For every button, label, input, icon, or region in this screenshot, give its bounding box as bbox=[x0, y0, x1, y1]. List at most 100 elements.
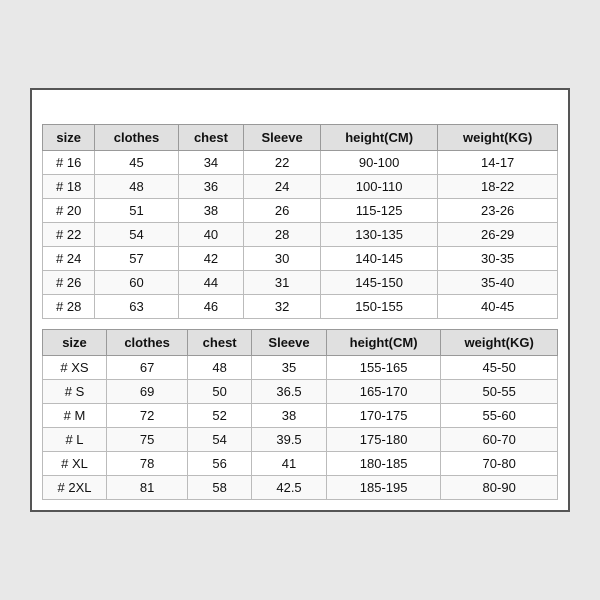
table-cell: 45-50 bbox=[441, 356, 558, 380]
table-cell: 57 bbox=[95, 247, 178, 271]
table-cell: 40-45 bbox=[438, 295, 558, 319]
table-cell: 100-110 bbox=[320, 175, 437, 199]
table-cell: 145-150 bbox=[320, 271, 437, 295]
table-cell: 24 bbox=[244, 175, 321, 199]
column-header: size bbox=[43, 125, 95, 151]
table-cell: 30-35 bbox=[438, 247, 558, 271]
table-cell: 51 bbox=[95, 199, 178, 223]
column-header: chest bbox=[188, 330, 252, 356]
column-header: clothes bbox=[95, 125, 178, 151]
table-row: # 18483624100-11018-22 bbox=[43, 175, 558, 199]
table-row: # 22544028130-13526-29 bbox=[43, 223, 558, 247]
table-cell: 44 bbox=[178, 271, 244, 295]
table-cell: # XL bbox=[43, 452, 107, 476]
table-cell: 41 bbox=[252, 452, 327, 476]
column-header: Sleeve bbox=[252, 330, 327, 356]
table-cell: 72 bbox=[107, 404, 188, 428]
table-cell: 150-155 bbox=[320, 295, 437, 319]
table-row: # XS674835155-16545-50 bbox=[43, 356, 558, 380]
table-cell: 46 bbox=[178, 295, 244, 319]
table-cell: 54 bbox=[188, 428, 252, 452]
table-cell: 175-180 bbox=[326, 428, 440, 452]
table-cell: 69 bbox=[107, 380, 188, 404]
table-cell: 81 bbox=[107, 476, 188, 500]
table-cell: 60 bbox=[95, 271, 178, 295]
table-cell: 40 bbox=[178, 223, 244, 247]
table-cell: 155-165 bbox=[326, 356, 440, 380]
table-cell: 50 bbox=[188, 380, 252, 404]
table-cell: # 22 bbox=[43, 223, 95, 247]
table-cell: 115-125 bbox=[320, 199, 437, 223]
table-cell: 34 bbox=[178, 151, 244, 175]
table-cell: 35 bbox=[252, 356, 327, 380]
table-cell: 90-100 bbox=[320, 151, 437, 175]
table-cell: 54 bbox=[95, 223, 178, 247]
column-header: height(CM) bbox=[326, 330, 440, 356]
table-cell: 45 bbox=[95, 151, 178, 175]
size-table-1: sizeclotheschestSleeveheight(CM)weight(K… bbox=[42, 124, 558, 319]
table-cell: 48 bbox=[95, 175, 178, 199]
table-cell: # M bbox=[43, 404, 107, 428]
table-cell: 28 bbox=[244, 223, 321, 247]
table-cell: # 20 bbox=[43, 199, 95, 223]
column-header: Sleeve bbox=[244, 125, 321, 151]
column-header: height(CM) bbox=[320, 125, 437, 151]
table-cell: 38 bbox=[252, 404, 327, 428]
table-cell: 170-175 bbox=[326, 404, 440, 428]
table-cell: 55-60 bbox=[441, 404, 558, 428]
size-table-2: sizeclotheschestSleeveheight(CM)weight(K… bbox=[42, 329, 558, 500]
table-cell: 38 bbox=[178, 199, 244, 223]
table-cell: # 28 bbox=[43, 295, 95, 319]
column-header: weight(KG) bbox=[438, 125, 558, 151]
table-cell: 48 bbox=[188, 356, 252, 380]
table-cell: 18-22 bbox=[438, 175, 558, 199]
chart-title bbox=[42, 100, 558, 124]
column-header: clothes bbox=[107, 330, 188, 356]
table-cell: 30 bbox=[244, 247, 321, 271]
table-cell: # L bbox=[43, 428, 107, 452]
table-cell: 35-40 bbox=[438, 271, 558, 295]
table-cell: 42.5 bbox=[252, 476, 327, 500]
column-header: weight(KG) bbox=[441, 330, 558, 356]
table-cell: 50-55 bbox=[441, 380, 558, 404]
table-cell: 75 bbox=[107, 428, 188, 452]
table-cell: # S bbox=[43, 380, 107, 404]
table-cell: 130-135 bbox=[320, 223, 437, 247]
table-cell: # 18 bbox=[43, 175, 95, 199]
table-cell: 42 bbox=[178, 247, 244, 271]
table-cell: 67 bbox=[107, 356, 188, 380]
table-row: # 28634632150-15540-45 bbox=[43, 295, 558, 319]
table-cell: 63 bbox=[95, 295, 178, 319]
table-cell: 36.5 bbox=[252, 380, 327, 404]
table-cell: # 2XL bbox=[43, 476, 107, 500]
table-row: # S695036.5165-17050-55 bbox=[43, 380, 558, 404]
table-row: # 26604431145-15035-40 bbox=[43, 271, 558, 295]
table-cell: 56 bbox=[188, 452, 252, 476]
table-row: # XL785641180-18570-80 bbox=[43, 452, 558, 476]
table-cell: # 24 bbox=[43, 247, 95, 271]
column-header: size bbox=[43, 330, 107, 356]
table-cell: 23-26 bbox=[438, 199, 558, 223]
table-row: # 2XL815842.5185-19580-90 bbox=[43, 476, 558, 500]
table-cell: 70-80 bbox=[441, 452, 558, 476]
table-cell: 52 bbox=[188, 404, 252, 428]
chart-container: sizeclotheschestSleeveheight(CM)weight(K… bbox=[30, 88, 570, 512]
table-cell: 80-90 bbox=[441, 476, 558, 500]
table-cell: 39.5 bbox=[252, 428, 327, 452]
table-cell: 78 bbox=[107, 452, 188, 476]
table-row: # 20513826115-12523-26 bbox=[43, 199, 558, 223]
table-cell: # XS bbox=[43, 356, 107, 380]
table-cell: 185-195 bbox=[326, 476, 440, 500]
table-cell: 140-145 bbox=[320, 247, 437, 271]
table-cell: 26-29 bbox=[438, 223, 558, 247]
table-cell: 14-17 bbox=[438, 151, 558, 175]
table-cell: 180-185 bbox=[326, 452, 440, 476]
table-cell: 26 bbox=[244, 199, 321, 223]
table-cell: 36 bbox=[178, 175, 244, 199]
table-row: # M725238170-17555-60 bbox=[43, 404, 558, 428]
section-gap bbox=[42, 319, 558, 329]
table-cell: 165-170 bbox=[326, 380, 440, 404]
table-cell: 60-70 bbox=[441, 428, 558, 452]
table-cell: # 16 bbox=[43, 151, 95, 175]
table-cell: 22 bbox=[244, 151, 321, 175]
